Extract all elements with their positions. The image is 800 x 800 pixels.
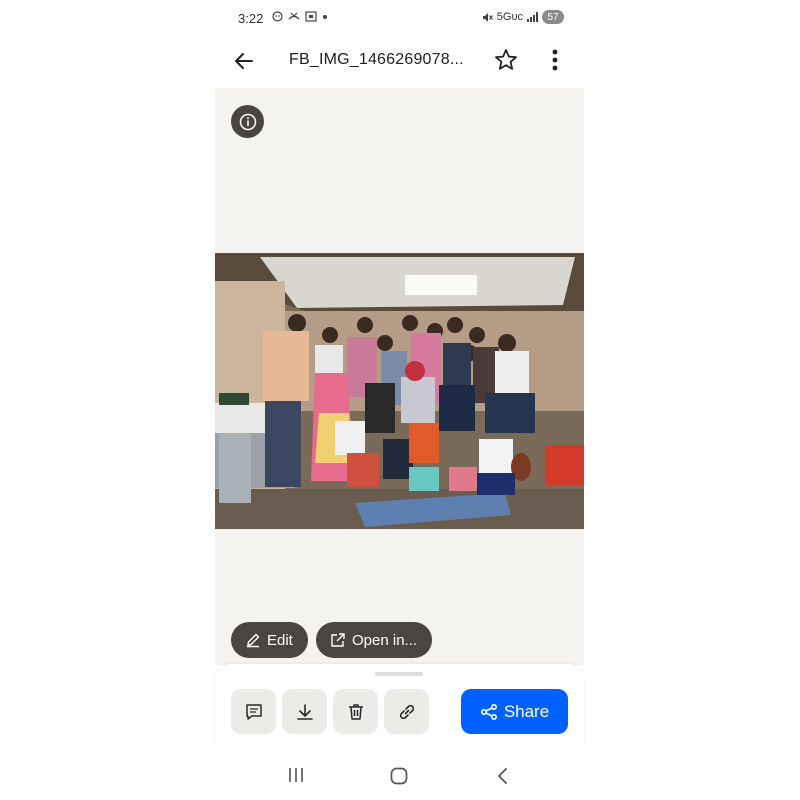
open-in-button[interactable]: Open in... xyxy=(316,622,432,658)
arrow-left-icon xyxy=(235,53,253,69)
link-icon xyxy=(399,704,414,719)
comment-icon xyxy=(245,703,262,720)
battery-indicator: 57 xyxy=(542,10,564,24)
delete-button[interactable] xyxy=(333,689,378,734)
edit-button[interactable]: Edit xyxy=(231,622,308,658)
share-icon xyxy=(480,703,497,720)
action-sheet: Share xyxy=(215,664,584,750)
share-label: Share xyxy=(503,701,550,721)
info-button[interactable] xyxy=(231,105,264,138)
download-icon xyxy=(296,703,313,720)
open-in-label: Open in... xyxy=(352,631,418,649)
app-bar: FB_IMG_1466269078... xyxy=(215,36,584,88)
system-nav-bar xyxy=(215,750,584,800)
download-button[interactable] xyxy=(282,689,327,734)
favorite-button[interactable] xyxy=(493,47,519,73)
trash-icon xyxy=(348,703,363,720)
photo-preview[interactable] xyxy=(215,253,584,529)
sheet-handle[interactable] xyxy=(375,672,423,676)
status-time: 3:22 xyxy=(238,11,264,26)
comment-button[interactable] xyxy=(231,689,276,734)
recents-icon xyxy=(289,768,303,782)
nav-back-button[interactable] xyxy=(495,767,509,790)
face-notification-icon xyxy=(272,11,283,22)
signal-icon xyxy=(527,12,538,22)
image-viewer: Edit Open in... xyxy=(215,88,584,665)
group-photo-image xyxy=(215,253,584,529)
info-icon xyxy=(239,113,256,130)
screenshot-icon xyxy=(305,11,317,22)
home-icon xyxy=(390,767,408,785)
status-bar: 3:22 5Gᴜᴄ 57 xyxy=(215,0,584,36)
star-outline-icon xyxy=(495,49,517,70)
copy-link-button[interactable] xyxy=(384,689,429,734)
more-options-button[interactable] xyxy=(545,47,565,73)
missed-call-icon xyxy=(288,12,300,20)
dot-icon xyxy=(323,14,327,19)
network-type: 5Gᴜᴄ xyxy=(496,11,523,23)
system-icons: 5Gᴜᴄ 57 xyxy=(482,10,564,24)
pencil-icon xyxy=(247,633,260,648)
mute-icon xyxy=(482,12,493,22)
share-button[interactable]: Share xyxy=(461,689,568,734)
back-button[interactable] xyxy=(231,48,257,74)
recents-button[interactable] xyxy=(287,767,305,788)
back-chevron-icon xyxy=(498,768,507,784)
more-vertical-icon xyxy=(552,49,558,71)
edit-label: Edit xyxy=(267,631,293,649)
open-external-icon xyxy=(331,633,345,647)
phone-screen: 3:22 5Gᴜᴄ 57 FB_IMG_1466269078... Edit O… xyxy=(215,0,584,800)
file-title: FB_IMG_1466269078... xyxy=(289,51,464,68)
notification-icons xyxy=(272,11,328,22)
home-button[interactable] xyxy=(390,767,408,790)
